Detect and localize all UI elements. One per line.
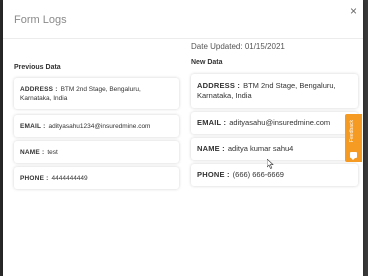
form-logs-modal: Form Logs × Date Updated: 01/15/2021 Pre… bbox=[3, 0, 363, 276]
field-label: NAME : bbox=[20, 148, 45, 156]
new-data-heading: New Data bbox=[191, 59, 223, 66]
field-label: EMAIL : bbox=[197, 118, 227, 127]
field-label: ADDRESS : bbox=[197, 81, 241, 90]
modal-header: Form Logs × bbox=[3, 0, 363, 39]
new-address-card: ADDRESS : BTM 2nd Stage, Bengaluru, Karna… bbox=[191, 74, 358, 108]
feedback-label[interactable]: Feedback bbox=[349, 120, 355, 142]
close-button[interactable]: × bbox=[350, 5, 357, 17]
field-label: ADDRESS : bbox=[20, 85, 58, 93]
previous-address-card: ADDRESS : BTM 2nd Stage, Bengaluru, Karna… bbox=[14, 78, 179, 109]
field-value: aditya kumar sahu4 bbox=[227, 144, 294, 153]
field-value: 4444444449 bbox=[51, 174, 88, 182]
previous-email-card: EMAIL : adityasahu1234@insuredmine.com bbox=[14, 115, 179, 137]
field-value: adityasahu@insuredmine.com bbox=[229, 118, 331, 127]
new-email-card: EMAIL : adityasahu@insuredmine.com bbox=[191, 112, 358, 134]
close-icon[interactable]: × bbox=[350, 4, 357, 18]
modal-title: Form Logs bbox=[14, 14, 67, 26]
feedback-tab[interactable]: Feedback bbox=[345, 114, 362, 162]
previous-name-card: NAME : test bbox=[14, 141, 179, 163]
field-label: PHONE : bbox=[20, 174, 49, 182]
field-value: adityasahu1234@insuredmine.com bbox=[48, 122, 151, 130]
field-label: PHONE : bbox=[197, 170, 230, 179]
field-value: (666) 666-6669 bbox=[232, 170, 284, 179]
mouse-cursor-icon bbox=[267, 159, 274, 169]
new-name-card: NAME : aditya kumar sahu4 bbox=[191, 138, 358, 160]
field-value: test bbox=[47, 148, 58, 156]
previous-data-heading: Previous Data bbox=[14, 64, 61, 71]
field-label: NAME : bbox=[197, 144, 225, 153]
date-updated: Date Updated: 01/15/2021 bbox=[191, 42, 285, 51]
chat-bubble-icon bbox=[350, 152, 357, 160]
field-label: EMAIL : bbox=[20, 122, 46, 130]
previous-phone-card: PHONE :4444444449 bbox=[14, 167, 179, 189]
